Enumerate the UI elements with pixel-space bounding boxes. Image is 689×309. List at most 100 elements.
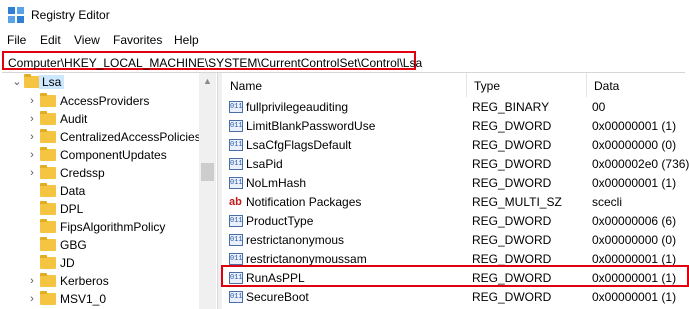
table-row[interactable]: 011 LsaPid REG_DWORD 0x000002e0 (736) (222, 155, 689, 174)
value-name: LsaCfgFlagsDefault (246, 138, 352, 152)
folder-icon (40, 291, 56, 305)
value-data: 0x00000001 (1) (592, 252, 677, 266)
binary-value-icon: 011 (229, 234, 243, 246)
tree-item[interactable]: › ComponentUpdates (0, 146, 218, 164)
folder-icon (40, 201, 56, 215)
value-type: REG_DWORD (472, 214, 552, 228)
binary-value-icon: 011 (229, 139, 243, 151)
value-data: 0x00000001 (1) (592, 119, 677, 133)
value-name: SecureBoot (246, 290, 309, 304)
tree-item[interactable]: › MSV1_0 (0, 290, 218, 308)
tree-item-label: ComponentUpdates (60, 148, 167, 162)
menu-edit[interactable]: Edit (40, 33, 61, 47)
tree-item[interactable]: › AccessProviders (0, 92, 218, 110)
folder-icon (40, 93, 56, 107)
value-name: LsaPid (246, 157, 283, 171)
value-name: ProductType (246, 214, 314, 228)
folder-icon (40, 129, 56, 143)
tree-item-lsa[interactable]: ⌄ Lsa (0, 73, 218, 91)
table-row[interactable]: 011 LsaCfgFlagsDefault REG_DWORD 0x00000… (222, 136, 689, 155)
column-divider[interactable] (586, 73, 587, 97)
value-type: REG_DWORD (472, 157, 552, 171)
chevron-right-icon[interactable]: › (26, 272, 38, 290)
table-row[interactable]: 011 ProductType REG_DWORD 0x00000006 (6) (222, 212, 689, 231)
tree-item-label: DPL (60, 202, 84, 216)
folder-icon (40, 237, 56, 251)
tree-item-label: Audit (60, 112, 88, 126)
value-type: REG_MULTI_SZ (472, 195, 562, 209)
folder-icon (40, 273, 56, 287)
tree-item-label: Data (60, 184, 86, 198)
column-name[interactable]: Name (230, 79, 262, 93)
value-type: REG_BINARY (472, 100, 550, 114)
tree-item[interactable]: GBG (0, 236, 218, 254)
menu-view[interactable]: View (74, 33, 100, 47)
binary-value-icon: 011 (229, 101, 243, 113)
chevron-right-icon[interactable]: › (26, 146, 38, 164)
column-divider[interactable] (466, 73, 467, 97)
value-data: 0x00000000 (0) (592, 138, 677, 152)
value-type: REG_DWORD (472, 119, 552, 133)
chevron-down-icon[interactable]: ⌄ (11, 73, 23, 91)
table-row[interactable]: 011 SecureBoot REG_DWORD 0x00000001 (1) (222, 288, 689, 307)
value-data: 0x00000001 (1) (592, 176, 677, 190)
tree-item[interactable]: › Kerberos (0, 272, 218, 290)
tree-item[interactable]: Data (0, 182, 218, 200)
value-name: Notification Packages (246, 195, 362, 209)
scroll-up-icon[interactable]: ▲ (199, 73, 216, 90)
folder-icon (40, 111, 56, 125)
table-row[interactable]: 011 fullprivilegeauditing REG_BINARY 00 (222, 98, 689, 117)
column-data[interactable]: Data (594, 79, 619, 93)
tree-scrollbar[interactable]: ▲ (199, 73, 216, 309)
tree-item[interactable]: › CentralizedAccessPolicies (0, 128, 218, 146)
folder-icon (24, 74, 40, 88)
table-row[interactable]: 011 NoLmHash REG_DWORD 0x00000001 (1) (222, 174, 689, 193)
chevron-right-icon[interactable]: › (26, 92, 38, 110)
value-type: REG_DWORD (472, 176, 552, 190)
value-name: LimitBlankPasswordUse (246, 119, 376, 133)
registry-editor-icon (8, 7, 24, 23)
tree-item-label: MSV1_0 (60, 292, 107, 306)
folder-icon (40, 183, 56, 197)
value-data: scecli (592, 195, 623, 209)
chevron-right-icon[interactable]: › (26, 164, 38, 182)
value-data: 0x00000006 (6) (592, 214, 677, 228)
value-data: 00 (592, 100, 606, 114)
value-type: REG_DWORD (472, 252, 552, 266)
value-name: fullprivilegeauditing (246, 100, 349, 114)
chevron-right-icon[interactable]: › (26, 290, 38, 308)
value-type: REG_DWORD (472, 290, 552, 304)
tree-item[interactable]: DPL (0, 200, 218, 218)
title-bar: Registry Editor (0, 0, 689, 30)
chevron-right-icon[interactable]: › (26, 110, 38, 128)
address-input[interactable]: Computer\HKEY_LOCAL_MACHINE\SYSTEM\Curre… (2, 51, 422, 70)
column-type[interactable]: Type (474, 79, 500, 93)
string-value-icon: ab (229, 196, 242, 208)
menu-file[interactable]: File (7, 33, 26, 47)
table-row[interactable]: 011 restrictanonymous REG_DWORD 0x000000… (222, 231, 689, 250)
binary-value-icon: 011 (229, 215, 243, 227)
value-name: restrictanonymoussam (246, 252, 367, 266)
table-row[interactable]: 011 LimitBlankPasswordUse REG_DWORD 0x00… (222, 117, 689, 136)
value-data: 0x00000001 (1) (592, 290, 677, 304)
tree-item[interactable]: › Audit (0, 110, 218, 128)
menu-help[interactable]: Help (174, 33, 199, 47)
binary-value-icon: 011 (229, 177, 243, 189)
tree-item-label: GBG (60, 238, 87, 252)
tree-item[interactable]: FipsAlgorithmPolicy (0, 218, 218, 236)
folder-icon (40, 165, 56, 179)
binary-value-icon: 011 (229, 158, 243, 170)
chevron-right-icon[interactable]: › (26, 128, 38, 146)
tree-item[interactable]: JD (0, 254, 218, 272)
tree-item-label: CentralizedAccessPolicies (60, 130, 201, 144)
scroll-thumb[interactable] (201, 163, 214, 181)
address-bar: Computer\HKEY_LOCAL_MACHINE\SYSTEM\Curre… (2, 50, 685, 73)
value-type: REG_DWORD (472, 138, 552, 152)
folder-icon (40, 147, 56, 161)
folder-icon (40, 255, 56, 269)
folder-icon (40, 219, 56, 233)
table-row[interactable]: ab Notification Packages REG_MULTI_SZ sc… (222, 193, 689, 212)
tree-item[interactable]: › Credssp (0, 164, 218, 182)
menu-favorites[interactable]: Favorites (113, 33, 162, 47)
tree-item-label: Credssp (60, 166, 105, 180)
